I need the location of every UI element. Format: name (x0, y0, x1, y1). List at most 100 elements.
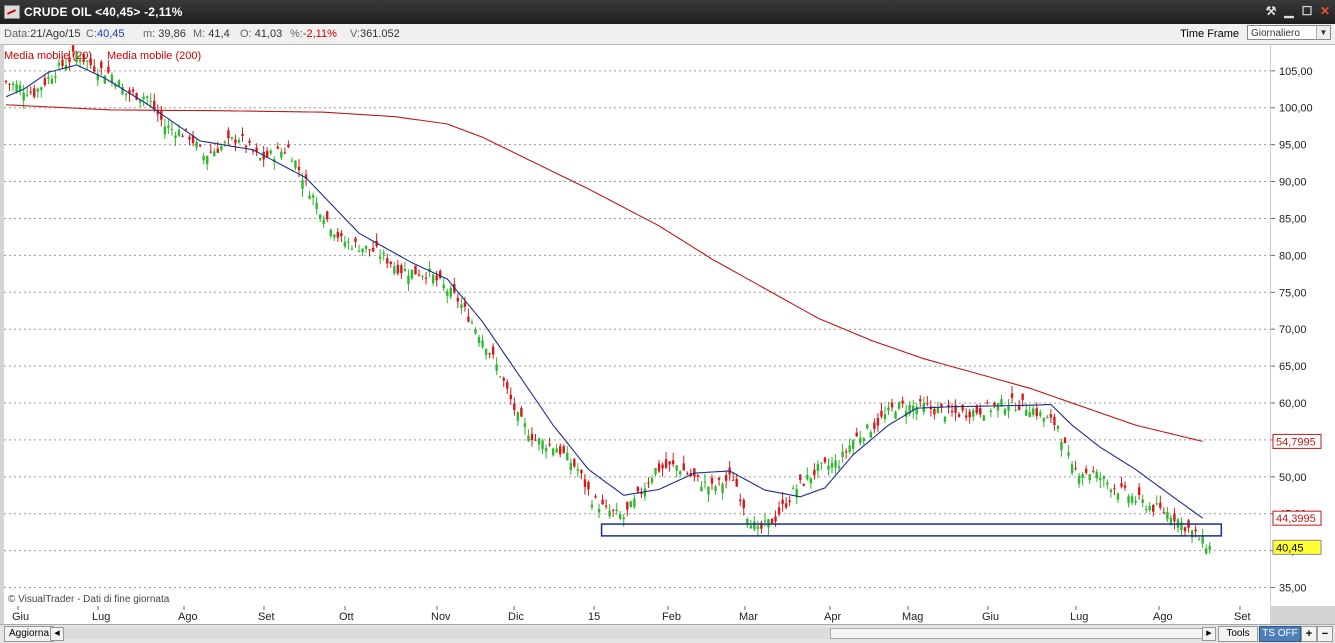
candle-body (481, 340, 484, 348)
candle-body (311, 195, 315, 198)
candle-body (1042, 417, 1046, 422)
candle-body (308, 195, 311, 199)
date-axis[interactable]: Giu Lug Ago Set Ott Nov Dic 15 Feb Mar Apr Mag Giu Lu… (4, 606, 1270, 624)
candle-body (347, 241, 350, 243)
candle-body (636, 486, 640, 492)
candle-body (749, 525, 753, 529)
refresh-button[interactable]: Aggiorna (4, 626, 55, 642)
candle-body (287, 144, 290, 148)
chart-plot-area[interactable] (4, 45, 1270, 606)
scroll-left-arrow-icon[interactable]: ◀ (50, 627, 64, 641)
candle-body (50, 78, 54, 84)
candlestick-chart[interactable] (4, 45, 1270, 606)
candle-body (957, 414, 961, 417)
chart-app-icon[interactable] (4, 5, 20, 19)
candle-body (534, 439, 537, 441)
pin-icon[interactable]: ⚒ (1263, 3, 1279, 19)
candle-body (36, 88, 39, 92)
candle-body (131, 89, 135, 92)
candle-body (993, 402, 996, 406)
candle-body (703, 481, 707, 483)
candle-body (40, 87, 43, 91)
candle-body (866, 424, 869, 429)
candle-body (449, 287, 452, 297)
candle-body (220, 146, 223, 150)
candle-body (626, 501, 629, 510)
candle-body (986, 402, 989, 404)
price-axis[interactable]: 105,00 100,00 95,00 90,00 85,00 80,00 75,00 70,… (1270, 45, 1335, 606)
x-tick-label: Apr (824, 611, 841, 623)
candle-body (258, 158, 262, 161)
candle-body (174, 135, 177, 138)
info-volume: V:361.052 (350, 28, 400, 40)
candle-body (1049, 414, 1053, 418)
candle-body (202, 155, 205, 161)
x-tick-label: Giu (12, 611, 29, 623)
candle-body (195, 141, 198, 148)
candle-body (742, 499, 745, 509)
candle-body (1152, 505, 1155, 512)
candle-body (541, 440, 544, 450)
timeframe-select[interactable]: Giornaliero ▼ (1247, 25, 1331, 40)
info-date: Data:21/Ago/15 (4, 28, 81, 40)
legend-ma200[interactable]: Media mobile (200) (107, 50, 201, 62)
candle-body (668, 461, 671, 465)
candle-body (523, 423, 527, 428)
ts-off-button[interactable]: TS OFF (1259, 626, 1301, 642)
candle-body (1134, 500, 1137, 503)
info-percent: %:-2,11% (290, 28, 337, 40)
candle-body (1148, 506, 1151, 511)
candle-body (424, 277, 428, 279)
ma20-line[interactable] (5, 64, 1204, 519)
candle-body (746, 518, 749, 524)
dropdown-arrow-icon[interactable]: ▼ (1316, 26, 1330, 39)
candle-body (234, 139, 237, 144)
candle-body (583, 479, 587, 487)
close-button[interactable]: ✕ (1317, 3, 1333, 19)
candle-body (1169, 517, 1173, 524)
support-zone-rectangle[interactable] (600, 523, 1223, 537)
candle-body (223, 141, 227, 143)
candle-body (414, 265, 417, 275)
candle-body (357, 250, 361, 252)
candle-body (460, 304, 463, 309)
zoom-in-button[interactable]: + (1301, 626, 1317, 642)
timeframe-label: Time Frame (1180, 28, 1239, 40)
zoom-out-button[interactable]: − (1317, 626, 1333, 642)
ma200-line[interactable] (5, 104, 1203, 442)
x-tick-label: Mar (739, 611, 758, 623)
candle-body (386, 258, 389, 264)
minimize-button[interactable]: ▁ (1281, 3, 1297, 19)
candle-body (326, 211, 329, 220)
candle-body (110, 74, 114, 83)
candle-body (1155, 503, 1158, 505)
candle-body (682, 463, 685, 471)
candle-body (336, 231, 340, 238)
candle-body (611, 509, 615, 511)
scrollbar-thumb[interactable] (830, 628, 1210, 639)
y-tick-label: 90,00 (1279, 177, 1307, 189)
candle-body (876, 417, 880, 426)
info-max: M: 41,4 (193, 28, 230, 40)
candle-body (1127, 496, 1130, 503)
maximize-button[interactable]: ☐ (1299, 3, 1315, 19)
candle-body (382, 252, 385, 255)
watermark: © VisualTrader - Dati di fine giornata (8, 594, 170, 605)
candle-body (774, 516, 777, 522)
legend-ma20[interactable]: Media mobile (20) (4, 50, 92, 62)
candle-body (784, 503, 788, 508)
candle-body (823, 457, 827, 463)
candle-body (1201, 535, 1204, 544)
candle-body (1116, 493, 1120, 500)
info-open: O: 41,03 (240, 28, 283, 40)
candle-body (230, 137, 234, 139)
candle-body (696, 474, 700, 477)
tools-button[interactable]: Tools (1218, 626, 1258, 642)
candle-body (1099, 478, 1102, 481)
candle-body (1056, 426, 1060, 429)
candle-body (1063, 437, 1067, 444)
candle-body (361, 248, 364, 253)
scroll-right-arrow-icon[interactable]: ▶ (1202, 627, 1216, 641)
candle-body (788, 500, 791, 502)
candle-body (714, 486, 717, 492)
